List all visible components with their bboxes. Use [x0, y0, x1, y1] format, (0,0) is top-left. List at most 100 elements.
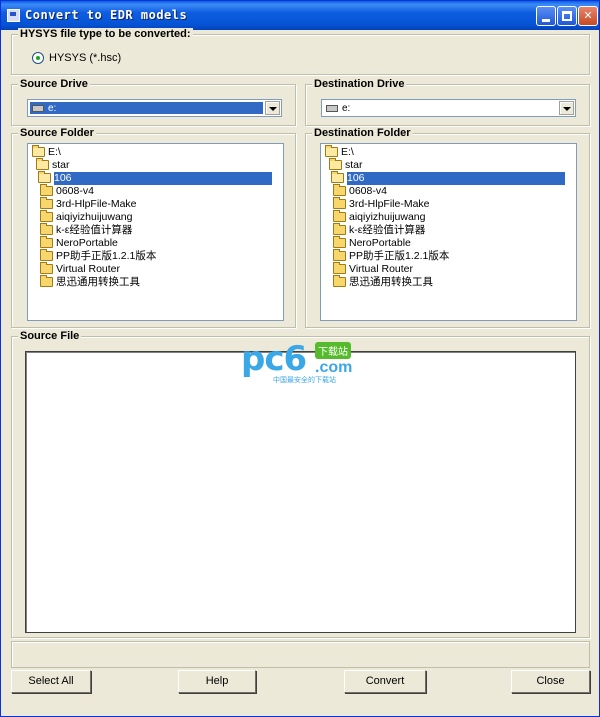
tree-item[interactable]: Virtual Router: [30, 262, 281, 276]
tree-item-label: 0608-v4: [349, 185, 387, 197]
source-drive-label: Source Drive: [18, 78, 90, 90]
folder-open-icon: [38, 171, 51, 183]
watermark-badge: 下载站: [315, 342, 351, 359]
tree-item[interactable]: 3rd-HlpFile-Make: [30, 197, 281, 211]
tree-item-label: PP助手正版1.2.1版本: [349, 250, 450, 262]
tree-item[interactable]: star: [30, 158, 281, 172]
tree-item[interactable]: 思迅通用转换工具: [323, 275, 574, 289]
tree-item-label: aiqiyizhuijuwang: [349, 211, 426, 223]
folder-icon: [40, 236, 53, 248]
destination-folder-tree[interactable]: E:\ star 106 0608-v4 3rd-HlpFile-Make ai…: [320, 143, 577, 321]
destination-drive-selected: e:: [324, 102, 557, 114]
tree-item[interactable]: NeroPortable: [30, 236, 281, 250]
source-file-label: Source File: [18, 330, 82, 342]
tree-item-label: aiqiyizhuijuwang: [56, 211, 133, 223]
chevron-down-icon[interactable]: [559, 101, 574, 115]
tree-item-label: E:\: [48, 146, 61, 158]
tree-item[interactable]: PP助手正版1.2.1版本: [323, 249, 574, 263]
tree-item-label: 思迅通用转换工具: [56, 276, 140, 288]
drive-icon: [32, 105, 44, 112]
folder-icon: [40, 262, 53, 274]
folder-icon: [40, 223, 53, 235]
tree-item[interactable]: Virtual Router: [323, 262, 574, 276]
tree-item[interactable]: 思迅通用转换工具: [30, 275, 281, 289]
tree-item-label: 3rd-HlpFile-Make: [349, 198, 430, 210]
title-bar[interactable]: Convert to EDR models ✕: [1, 1, 599, 30]
close-icon[interactable]: ✕: [578, 6, 598, 26]
tree-item[interactable]: 0608-v4: [30, 184, 281, 198]
app-window-icon[interactable]: [7, 9, 20, 22]
tree-item-label: NeroPortable: [349, 237, 411, 249]
folder-icon: [333, 184, 346, 196]
source-folder-label: Source Folder: [18, 127, 96, 139]
tree-item-label: star: [345, 159, 363, 171]
source-drive-value: e:: [48, 103, 57, 114]
destination-drive-select[interactable]: e:: [321, 99, 576, 117]
tree-item[interactable]: NeroPortable: [323, 236, 574, 250]
tree-item[interactable]: k-ε经验值计算器: [30, 223, 281, 237]
folder-icon: [40, 197, 53, 209]
folder-icon: [40, 249, 53, 261]
folder-icon: [40, 210, 53, 222]
folder-open-icon: [32, 145, 45, 157]
chevron-down-icon[interactable]: [265, 101, 280, 115]
tree-item-label: E:\: [341, 146, 354, 158]
tree-item-label: NeroPortable: [56, 237, 118, 249]
tree-item-label: k-ε经验值计算器: [349, 224, 426, 236]
destination-drive-value: e:: [342, 103, 351, 114]
folder-icon: [40, 275, 53, 287]
source-drive-selected: e:: [30, 102, 263, 114]
tree-item[interactable]: k-ε经验值计算器: [323, 223, 574, 237]
file-type-label: HYSYS file type to be converted:: [18, 28, 193, 40]
maximize-icon[interactable]: [557, 6, 577, 26]
tree-item[interactable]: 106: [30, 171, 281, 185]
folder-open-icon: [325, 145, 338, 157]
tree-item[interactable]: 106: [323, 171, 574, 185]
drive-icon: [326, 105, 338, 112]
select-all-button[interactable]: Select All: [11, 670, 91, 693]
watermark-logo: pc6 下载站 .com 中国最安全的下载站: [241, 339, 366, 387]
tree-item[interactable]: PP助手正版1.2.1版本: [30, 249, 281, 263]
tree-item-label: 思迅通用转换工具: [349, 276, 433, 288]
file-type-group: HYSYS file type to be converted: HYSYS (…: [11, 28, 590, 75]
convert-button[interactable]: Convert: [344, 670, 426, 693]
tree-item-label: PP助手正版1.2.1版本: [56, 250, 157, 262]
tree-item[interactable]: 3rd-HlpFile-Make: [323, 197, 574, 211]
folder-open-icon: [36, 158, 49, 170]
convert-window: Convert to EDR models ✕ HYSYS file type …: [0, 0, 600, 717]
tree-item-label: 106: [54, 172, 272, 185]
tree-item-label: 106: [347, 172, 565, 185]
folder-icon: [333, 197, 346, 209]
status-bar: [11, 641, 590, 668]
window-title: Convert to EDR models: [25, 8, 188, 22]
help-button[interactable]: Help: [178, 670, 256, 693]
tree-item[interactable]: 0608-v4: [323, 184, 574, 198]
tree-item[interactable]: aiqiyizhuijuwang: [323, 210, 574, 224]
close-button[interactable]: Close: [511, 670, 590, 693]
destination-folder-group: Destination Folder E:\ star 106 0608-v4 …: [305, 127, 590, 328]
tree-item[interactable]: E:\: [323, 145, 574, 159]
destination-folder-label: Destination Folder: [312, 127, 413, 139]
minimize-icon[interactable]: [536, 6, 556, 26]
watermark-sub: 中国最安全的下载站: [273, 377, 336, 384]
hysys-radio-label[interactable]: HYSYS (*.hsc): [49, 52, 121, 64]
tree-item-label: Virtual Router: [349, 263, 414, 275]
destination-drive-group: Destination Drive e:: [305, 78, 590, 126]
folder-open-icon: [331, 171, 344, 183]
source-folder-tree[interactable]: E:\ star 106 0608-v4 3rd-HlpFile-Make ai…: [27, 143, 284, 321]
tree-item-label: 0608-v4: [56, 185, 94, 197]
tree-item-label: k-ε经验值计算器: [56, 224, 133, 236]
tree-item[interactable]: E:\: [30, 145, 281, 159]
folder-icon: [333, 210, 346, 222]
tree-item[interactable]: aiqiyizhuijuwang: [30, 210, 281, 224]
source-drive-select[interactable]: e:: [27, 99, 282, 117]
folder-icon: [333, 223, 346, 235]
tree-item-label: star: [52, 159, 70, 171]
folder-icon: [40, 184, 53, 196]
tree-item[interactable]: star: [323, 158, 574, 172]
folder-open-icon: [329, 158, 342, 170]
source-file-list[interactable]: [25, 351, 576, 633]
watermark-main: pc6: [241, 339, 307, 379]
folder-icon: [333, 236, 346, 248]
hysys-radio[interactable]: [32, 52, 44, 64]
